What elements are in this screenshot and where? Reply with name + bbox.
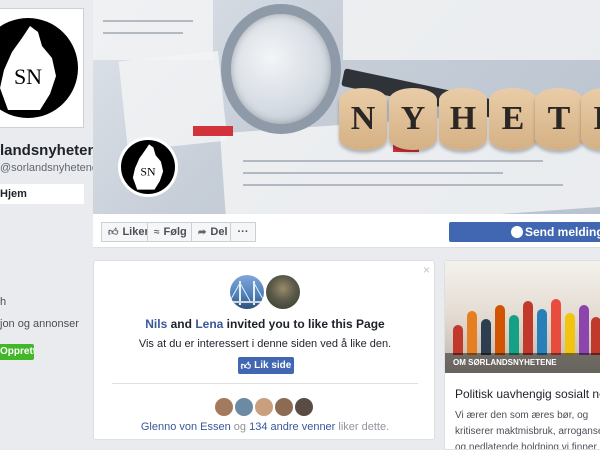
og-text: og: [233, 421, 247, 433]
friend-link[interactable]: Glenno von Essen: [141, 421, 231, 433]
cover-photo[interactable]: N Y H E T E SN: [93, 0, 600, 214]
about-description: Vi ærer den som æres bør, og kritiserer …: [455, 410, 600, 450]
text-line: [243, 184, 563, 186]
cork-letter: H: [439, 88, 487, 150]
newspaper-shape: [343, 0, 600, 60]
more-options-button[interactable]: ···: [230, 222, 256, 242]
cork-letter: T: [535, 88, 583, 150]
friend-avatar[interactable]: [274, 397, 294, 417]
logo-text: SN: [140, 165, 156, 179]
text-line: [243, 172, 503, 174]
crowd-figure: [495, 305, 505, 355]
crowd-figure: [579, 305, 589, 355]
cork-letter: Y: [389, 88, 437, 150]
crowd-figure: [509, 315, 519, 355]
friend-avatar[interactable]: [254, 397, 274, 417]
sn-logo: SN: [0, 18, 78, 118]
crowd-figure: [565, 313, 575, 355]
map-silhouette-icon: SN: [132, 144, 164, 190]
more-friends-link[interactable]: 134 andre venner: [249, 421, 335, 433]
left-sidebar: SN landsnyhetene @sorlandsnyhetene Hjem …: [0, 0, 105, 450]
avatar[interactable]: [230, 275, 264, 309]
like-button-label: Lik side: [254, 360, 292, 371]
invite-text: invited you to like this Page: [226, 317, 385, 331]
friend-name-link[interactable]: Nils: [145, 317, 167, 331]
sidebar-item[interactable]: h: [0, 296, 6, 308]
like-page-invite-button[interactable]: 👍︎ Lik side: [238, 357, 294, 374]
sidebar-item-home[interactable]: Hjem: [0, 184, 84, 204]
profile-picture[interactable]: SN: [0, 8, 84, 128]
page-action-bar: 👍︎ Liker ≈ Følg ➦ Del ··· Send melding: [93, 214, 600, 248]
bridge-icon: [230, 281, 264, 305]
share-label: Del: [210, 226, 228, 238]
send-message-label: Send melding: [525, 225, 600, 239]
text-line: [103, 32, 183, 34]
about-image[interactable]: OM SØRLANDSNYHETENE: [445, 261, 600, 373]
crowd-figure: [453, 325, 463, 355]
logo-text: SN: [14, 64, 42, 89]
magnifying-glass-icon: [221, 4, 341, 134]
friend-avatar[interactable]: [294, 397, 314, 417]
crowd-figure: [467, 311, 477, 355]
text-line: [103, 20, 193, 22]
avatar[interactable]: [266, 275, 300, 309]
newspaper-shape: [93, 0, 213, 60]
friends-like-text: Glenno von Essen og 134 andre venner lik…: [94, 421, 436, 433]
map-silhouette-icon: SN: [0, 26, 56, 110]
invite-title: Nils and Lena invited you to like this P…: [94, 317, 436, 331]
cork-letter: E: [489, 88, 537, 150]
cork-letter: E: [581, 88, 600, 150]
page-name[interactable]: landsnyhetene: [0, 142, 105, 159]
friend-avatar[interactable]: [234, 397, 254, 417]
crowd-figure: [537, 309, 547, 355]
invite-card: × Nils and Lena invited you to like this…: [93, 260, 435, 440]
thumbs-up-icon: 👍︎: [240, 360, 252, 372]
create-page-button[interactable]: Opprett en side: [0, 344, 34, 360]
red-strip: [193, 126, 233, 136]
divider: [112, 383, 418, 384]
friend-name-link[interactable]: Lena: [195, 317, 223, 331]
follow-button[interactable]: ≈ Følg: [147, 222, 194, 242]
close-icon[interactable]: ×: [423, 263, 430, 277]
send-message-button[interactable]: Send melding: [449, 222, 600, 242]
crowd-figure: [551, 299, 561, 355]
about-card: OM SØRLANDSNYHETENE Politisk uavhengig s…: [444, 260, 600, 450]
messenger-icon: [511, 226, 523, 238]
likes-suffix: liker dette.: [338, 421, 390, 433]
friend-avatar[interactable]: [214, 397, 234, 417]
about-title[interactable]: Politisk uavhengig sosialt netts: [455, 387, 600, 401]
crowd-figure: [481, 319, 491, 355]
sidebar-item[interactable]: jon og annonser: [0, 318, 79, 330]
cover-logo[interactable]: SN: [118, 137, 178, 197]
about-image-label: OM SØRLANDSNYHETENE: [445, 353, 600, 373]
share-button[interactable]: ➦ Del: [191, 222, 235, 242]
follow-label: Følg: [163, 226, 187, 238]
share-arrow-icon: ➦: [198, 226, 207, 238]
and-text: and: [170, 317, 192, 331]
page-handle[interactable]: @sorlandsnyhetene: [0, 162, 98, 174]
cork-letter: N: [339, 88, 387, 150]
invite-subtitle: Vis at du er interessert i denne siden v…: [138, 338, 392, 350]
thumbs-up-icon: 👍︎: [108, 227, 119, 238]
crowd-figure: [523, 301, 533, 355]
text-line: [243, 160, 543, 162]
rss-icon: ≈: [154, 226, 160, 238]
like-label: Liker: [122, 226, 149, 238]
crowd-figure: [591, 317, 600, 355]
